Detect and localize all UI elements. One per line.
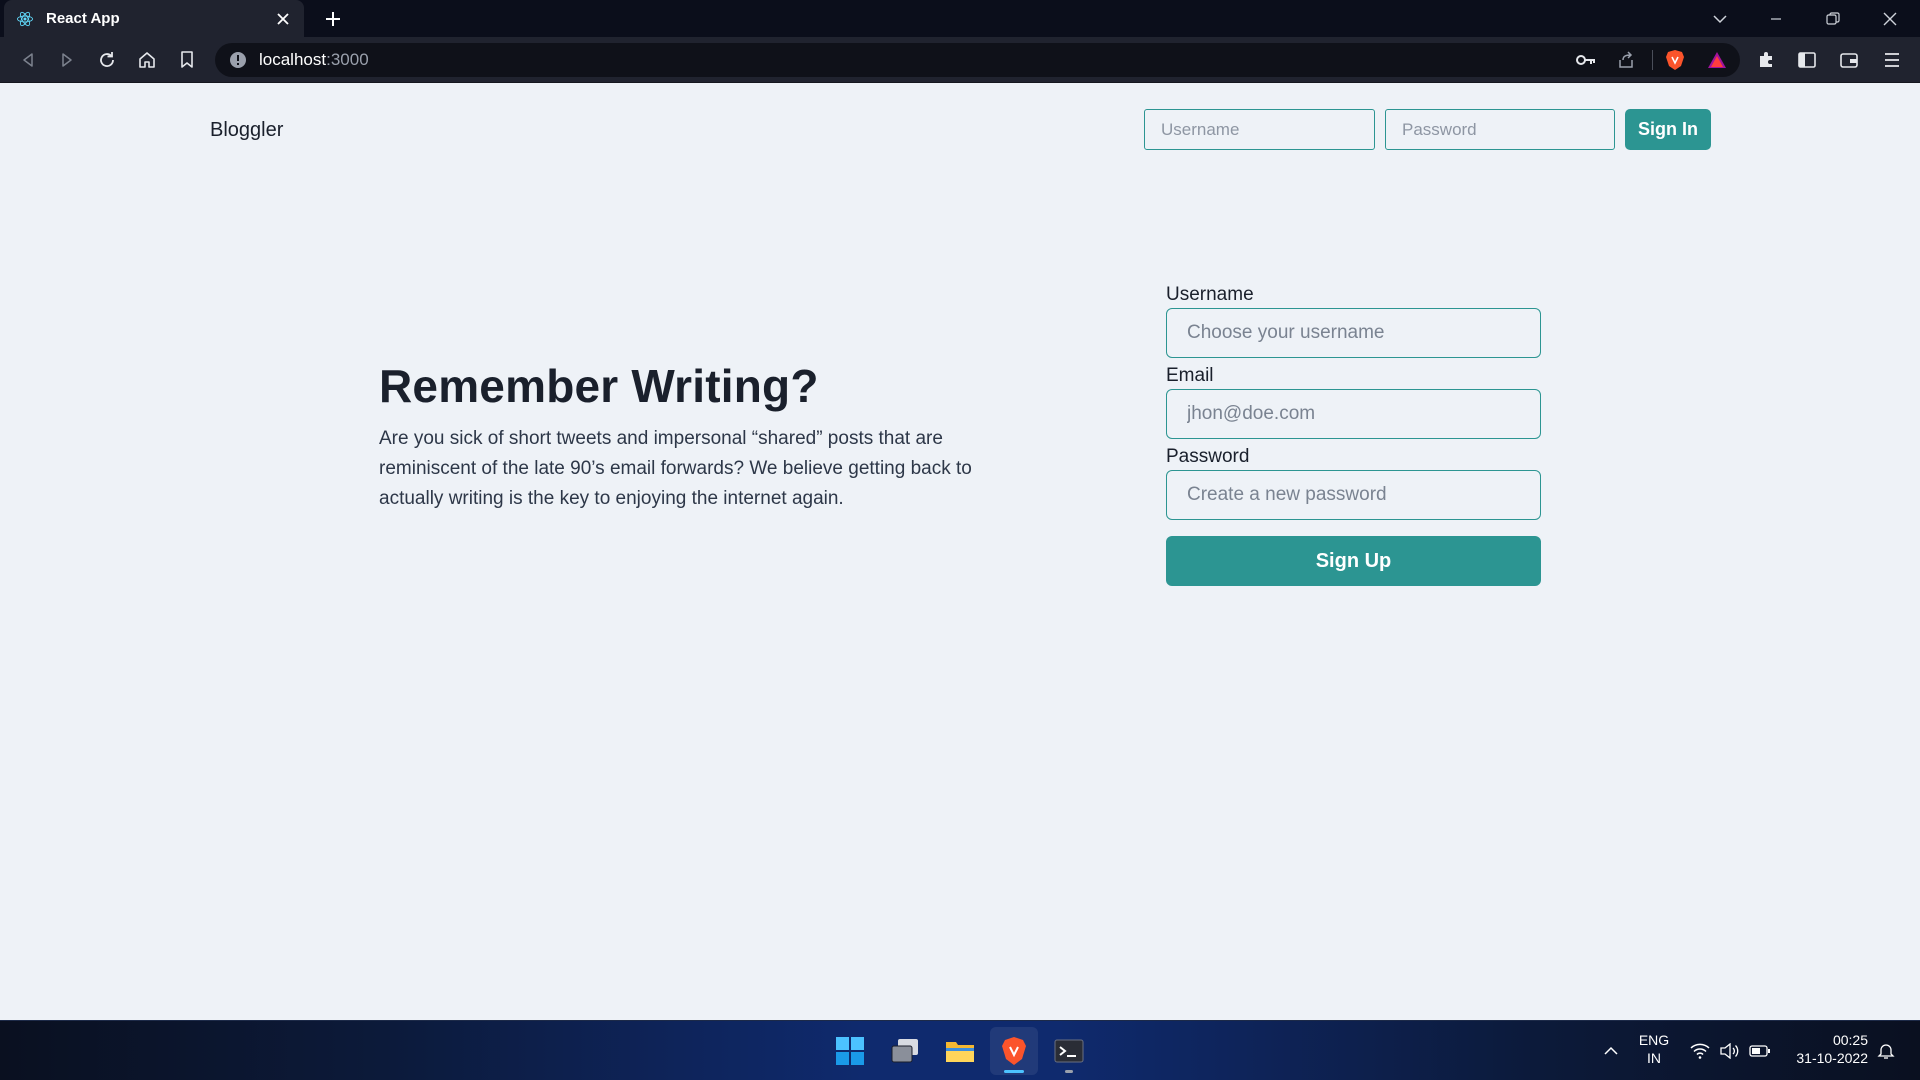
wifi-icon[interactable]	[1688, 1039, 1712, 1063]
browser-tab[interactable]: React App	[4, 0, 304, 37]
file-explorer-icon[interactable]	[936, 1027, 984, 1075]
url-host: localhost	[259, 50, 327, 69]
signup-form: Username Email Password Sign Up	[1166, 282, 1541, 586]
reload-icon[interactable]	[93, 46, 121, 74]
clock-time: 00:25	[1832, 1032, 1868, 1048]
terminal-icon[interactable]	[1045, 1027, 1093, 1075]
sign-up-button[interactable]: Sign Up	[1166, 536, 1541, 586]
address-bar[interactable]: localhost:3000	[215, 43, 1740, 77]
minimize-icon[interactable]	[1752, 0, 1800, 37]
site-info-icon[interactable]	[229, 51, 247, 69]
react-icon	[16, 10, 34, 28]
chevron-up-icon[interactable]	[1599, 1039, 1623, 1063]
share-icon[interactable]	[1612, 46, 1640, 74]
volume-icon[interactable]	[1718, 1039, 1742, 1063]
menu-icon[interactable]	[1878, 46, 1906, 74]
start-icon[interactable]	[826, 1027, 874, 1075]
password-label: Password	[1166, 446, 1250, 467]
header-password-input[interactable]	[1385, 109, 1615, 150]
close-window-icon[interactable]	[1866, 0, 1914, 37]
signup-username-input[interactable]	[1166, 308, 1541, 358]
hero-title: Remember Writing?	[379, 360, 819, 412]
new-tab-icon[interactable]	[320, 6, 346, 32]
page-content: Bloggler Sign In Remember Writing? Are y…	[0, 84, 1920, 1020]
running-indicator	[1065, 1070, 1073, 1073]
hero-description: Are you sick of short tweets and imperso…	[379, 428, 972, 510]
back-icon[interactable]	[14, 46, 42, 74]
signup-email-input[interactable]	[1166, 389, 1541, 439]
key-icon[interactable]	[1572, 46, 1600, 74]
region-code: IN	[1647, 1050, 1661, 1066]
active-indicator	[1004, 1070, 1024, 1073]
extensions-icon[interactable]	[1752, 46, 1780, 74]
home-icon[interactable]	[133, 46, 161, 74]
restore-icon[interactable]	[1809, 0, 1857, 37]
task-view-icon[interactable]	[881, 1027, 929, 1075]
bookmark-icon[interactable]	[173, 46, 201, 74]
signup-password-input[interactable]	[1166, 470, 1541, 520]
battery-icon[interactable]	[1748, 1039, 1772, 1063]
browser-tab-strip: React App	[0, 0, 1920, 37]
clock-date: 31-10-2022	[1796, 1050, 1868, 1066]
url-port: :3000	[326, 50, 369, 69]
header-username-input[interactable]	[1144, 109, 1375, 150]
username-label: Username	[1166, 284, 1254, 305]
browser-toolbar: localhost:3000	[0, 37, 1920, 83]
brand-logo[interactable]: Bloggler	[210, 119, 283, 142]
tab-search-chevron-icon[interactable]	[1696, 0, 1744, 37]
notification-icon[interactable]	[1874, 1039, 1898, 1063]
brave-rewards-icon[interactable]	[1703, 46, 1731, 74]
tab-title: React App	[46, 10, 120, 27]
brave-taskbar-icon[interactable]	[990, 1027, 1038, 1075]
clock[interactable]: 00:25 31-10-2022	[1788, 1031, 1868, 1067]
toolbar-divider	[1652, 50, 1653, 70]
sign-in-button[interactable]: Sign In	[1625, 109, 1711, 150]
language-indicator[interactable]: ENG IN	[1636, 1031, 1672, 1067]
taskbar: ENG IN 00:25 31-10-2022	[0, 1020, 1920, 1080]
sidebar-icon[interactable]	[1793, 46, 1821, 74]
forward-icon[interactable]	[53, 46, 81, 74]
email-label: Email	[1166, 365, 1214, 386]
wallet-icon[interactable]	[1835, 46, 1863, 74]
language-code: ENG	[1638, 1032, 1670, 1048]
brave-shields-icon[interactable]	[1661, 46, 1689, 74]
hero-section: Remember Writing? Are you sick of short …	[379, 359, 1029, 514]
close-tab-icon[interactable]	[274, 10, 292, 28]
